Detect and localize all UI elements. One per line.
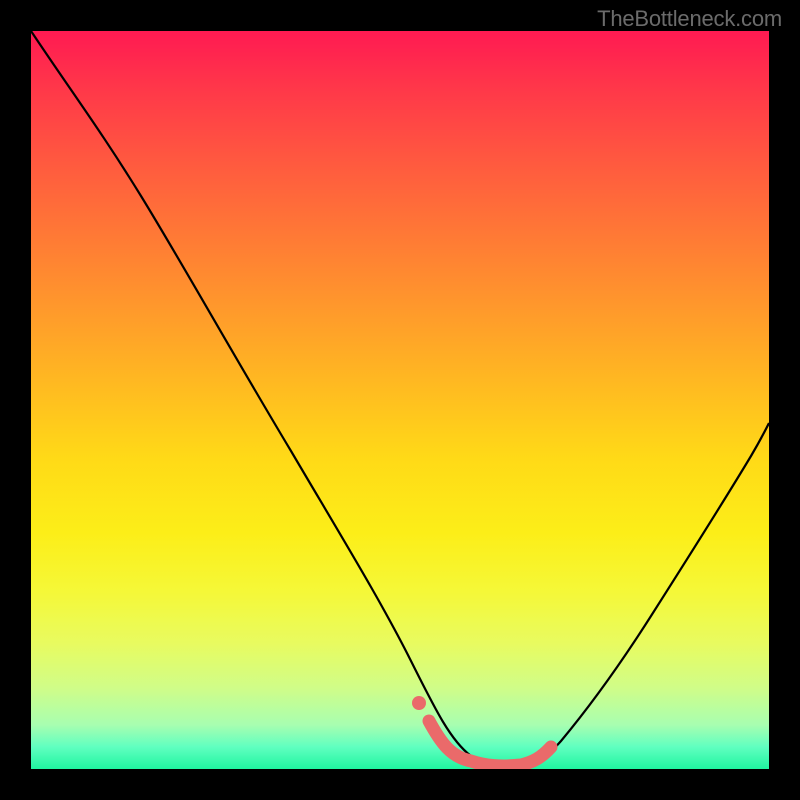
- highlight-dot: [412, 696, 426, 710]
- chart-container: TheBottleneck.com: [0, 0, 800, 800]
- curve-svg: [31, 31, 769, 769]
- watermark: TheBottleneck.com: [597, 6, 782, 32]
- plot-area: [31, 31, 769, 769]
- bottleneck-curve: [31, 31, 769, 766]
